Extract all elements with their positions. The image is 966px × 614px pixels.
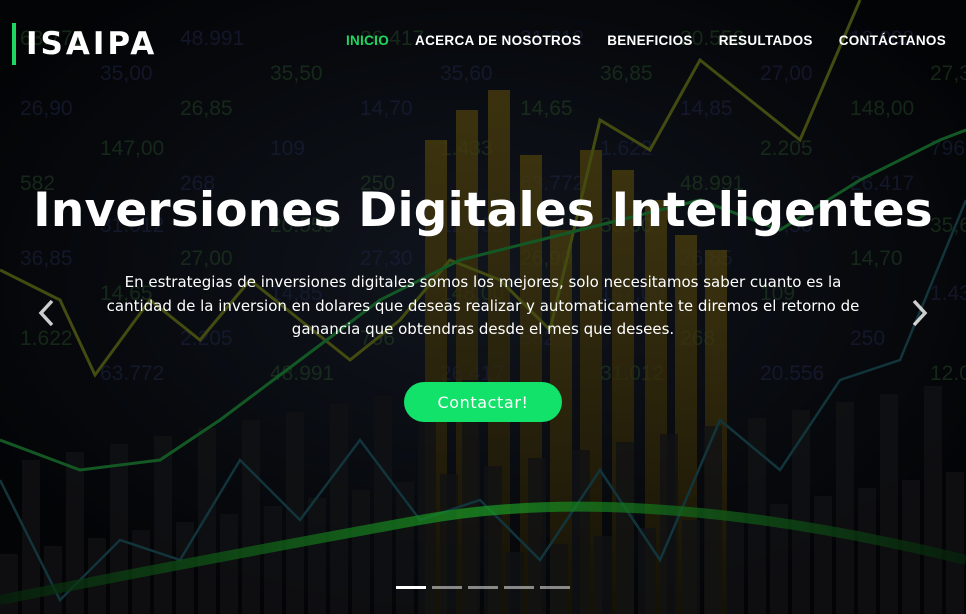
carousel-indicator[interactable] — [468, 586, 498, 589]
hero-description: En estrategias de inversiones digitales … — [106, 273, 860, 338]
hero-title: Inversiones Digitales Inteligentes — [33, 183, 933, 238]
carousel-next-button[interactable] — [905, 292, 935, 334]
logo-text: ISAIPA — [26, 26, 158, 62]
chevron-right-icon — [912, 299, 928, 327]
hero-carousel: 63.772 48.991 26.417 31.012 20.556 12.002 35,0… — [0, 0, 966, 614]
nav-item-inicio[interactable]: INICIO — [346, 33, 389, 48]
carousel-indicator[interactable] — [396, 586, 426, 589]
chevron-left-icon — [38, 299, 54, 327]
carousel-indicators — [396, 586, 570, 589]
nav-item-contactanos[interactable]: CONTÁCTANOS — [839, 33, 946, 48]
brand-logo[interactable]: ISAIPA — [12, 23, 157, 65]
nav-item-beneficios[interactable]: BENEFICIOS — [607, 33, 693, 48]
carousel-indicator[interactable] — [432, 586, 462, 589]
carousel-indicator[interactable] — [540, 586, 570, 589]
contact-button[interactable]: Contactar! — [404, 382, 562, 422]
nav-item-acerca[interactable]: ACERCA DE NOSOTROS — [415, 33, 581, 48]
carousel-indicator[interactable] — [504, 586, 534, 589]
carousel-prev-button[interactable] — [31, 292, 61, 334]
main-nav: INICIO ACERCA DE NOSOTROS BENEFICIOS RES… — [346, 33, 946, 48]
nav-item-resultados[interactable]: RESULTADOS — [719, 33, 813, 48]
